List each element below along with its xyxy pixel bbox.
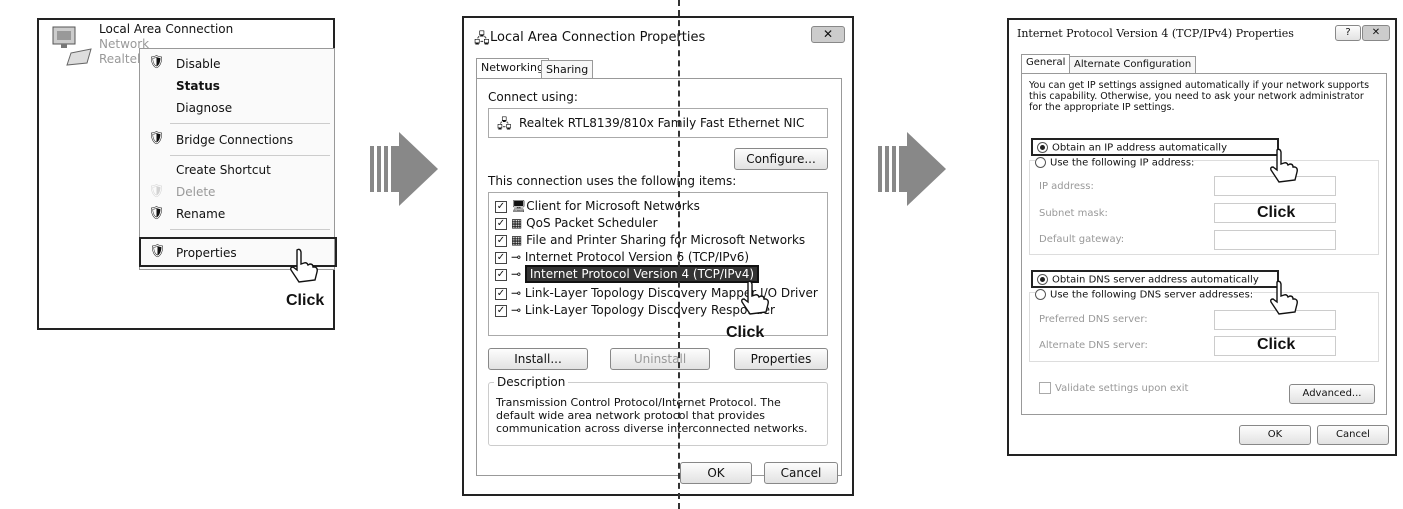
- arrow-right-icon: [370, 132, 438, 206]
- gateway-label: Default gateway:: [1039, 234, 1125, 245]
- arrow-right-icon: [878, 132, 946, 206]
- protocol-icon: ⊸: [511, 267, 522, 281]
- click-label: Click: [726, 324, 765, 341]
- hand-cursor-icon: [1270, 148, 1298, 183]
- hand-cursor-icon: [741, 280, 769, 315]
- menu-item-create-shortcut[interactable]: Create Shortcut: [140, 161, 334, 181]
- obtain-dns-radio[interactable]: Obtain DNS server address automatically: [1031, 270, 1279, 288]
- adapter-field: 🖧 Realtek RTL8139/810x Family Fast Ether…: [488, 108, 828, 138]
- protocol-icon: ⊸: [511, 303, 522, 317]
- menu-item-rename[interactable]: 🛡 Rename: [140, 205, 334, 225]
- list-item[interactable]: ✓ ▦ QoS Packet Scheduler: [495, 216, 658, 230]
- obtain-ip-radio[interactable]: Obtain an IP address automatically: [1031, 138, 1279, 156]
- install-button[interactable]: Install...: [488, 348, 588, 370]
- menu-separator: [170, 229, 330, 230]
- dialog-title: Local Area Connection Properties: [490, 30, 706, 45]
- hand-cursor-icon: [290, 248, 318, 283]
- ipv4-properties-dialog: Internet Protocol Version 4 (TCP/IPv4) P…: [1007, 18, 1397, 456]
- dialog-title: Internet Protocol Version 4 (TCP/IPv4) P…: [1017, 27, 1294, 40]
- protocol-icon: ⊸: [511, 250, 522, 264]
- client-icon: 🖥: [511, 199, 527, 213]
- shield-icon: 🛡: [148, 184, 165, 199]
- hand-cursor-icon: [1270, 280, 1298, 315]
- shield-icon: 🛡: [148, 206, 165, 221]
- network-connection-icon: [52, 26, 92, 66]
- list-item[interactable]: ✓ ⊸ Link-Layer Topology Discovery Respond…: [495, 303, 775, 317]
- configure-button[interactable]: Configure...: [734, 148, 828, 170]
- menu-item-bridge[interactable]: 🛡 Bridge Connections: [140, 129, 334, 151]
- ok-button[interactable]: OK: [680, 462, 752, 484]
- description-text: Transmission Control Protocol/Internet P…: [496, 396, 808, 435]
- context-menu-panel: Local Area Connection Network Realtek 🛡 …: [37, 18, 337, 330]
- shield-icon: 🛡: [148, 131, 165, 146]
- menu-item-disable[interactable]: 🛡 Disable: [140, 53, 334, 75]
- network-title-icon: 🖧: [474, 31, 490, 47]
- list-item[interactable]: ✓ ⊸ Internet Protocol Version 6 (TCP/IPv6…: [495, 250, 749, 264]
- close-button[interactable]: ✕: [1362, 25, 1390, 41]
- radio-selected-icon: [1037, 142, 1048, 153]
- menu-item-delete[interactable]: 🛡 Delete: [140, 183, 334, 203]
- protocol-icon: ⊸: [511, 286, 522, 300]
- click-label: Click: [1257, 204, 1296, 221]
- checkbox-checked-icon[interactable]: ✓: [495, 287, 507, 300]
- alternate-dns-label: Alternate DNS server:: [1039, 340, 1148, 351]
- items-list: ✓ 🖥Client for Microsoft Networks ✓ ▦ QoS P…: [488, 192, 828, 336]
- click-label: Click: [1257, 336, 1296, 353]
- checkbox-checked-icon[interactable]: ✓: [495, 200, 507, 213]
- nic-icon: 🖧: [497, 117, 512, 132]
- intro-text: You can get IP settings assigned automat…: [1029, 80, 1370, 113]
- list-item[interactable]: ✓ ▦ File and Printer Sharing for Microsof…: [495, 233, 805, 247]
- subnet-label: Subnet mask:: [1039, 208, 1108, 219]
- context-menu: 🛡 Disable Status Diagnose 🛡 Bridge Conne…: [139, 48, 337, 270]
- uninstall-button[interactable]: Uninstall: [610, 348, 710, 370]
- ip-address-label: IP address:: [1039, 181, 1094, 192]
- cancel-button[interactable]: Cancel: [764, 462, 838, 484]
- menu-separator: [170, 123, 330, 124]
- service-icon: ▦: [511, 216, 523, 230]
- radio-empty-icon: [1035, 289, 1046, 300]
- tab-alternate-configuration[interactable]: Alternate Configuration: [1069, 56, 1197, 73]
- connection-adapter: Realtek: [99, 52, 144, 66]
- gateway-field[interactable]: [1214, 230, 1336, 250]
- menu-item-diagnose[interactable]: Diagnose: [140, 99, 334, 119]
- checkbox-checked-icon[interactable]: ✓: [495, 217, 507, 230]
- ok-button[interactable]: OK: [1239, 425, 1311, 445]
- service-icon: ▦: [511, 233, 523, 247]
- cancel-button[interactable]: Cancel: [1317, 425, 1389, 445]
- menu-item-status[interactable]: Status: [140, 77, 334, 97]
- list-item-ipv4-selected[interactable]: ✓ ⊸ Internet Protocol Version 4 (TCP/IPv4…: [495, 265, 760, 283]
- checkbox-checked-icon[interactable]: ✓: [495, 268, 507, 281]
- validate-checkbox[interactable]: Validate settings upon exit: [1039, 382, 1188, 394]
- close-button[interactable]: ✕: [811, 26, 845, 43]
- connect-using-label: Connect using:: [488, 90, 578, 104]
- shield-icon: 🛡: [148, 55, 165, 70]
- radio-empty-icon: [1035, 157, 1046, 168]
- checkbox-checked-icon[interactable]: ✓: [495, 234, 507, 247]
- checkbox-checked-icon[interactable]: ✓: [495, 251, 507, 264]
- use-dns-radio[interactable]: Use the following DNS server addresses:: [1035, 289, 1254, 301]
- tab-sharing[interactable]: Sharing: [541, 60, 594, 78]
- dashed-guide-line: [678, 0, 680, 509]
- tab-networking[interactable]: Networking: [476, 58, 549, 78]
- checkbox-empty-icon: [1039, 382, 1051, 394]
- lan-properties-dialog: 🖧 Local Area Connection Properties ✕ Net…: [462, 16, 854, 496]
- advanced-button[interactable]: Advanced...: [1289, 384, 1375, 404]
- shield-icon: 🛡: [149, 244, 166, 259]
- preferred-dns-label: Preferred DNS server:: [1039, 314, 1148, 325]
- tab-general[interactable]: General: [1021, 54, 1071, 73]
- connection-name: Local Area Connection: [99, 22, 234, 36]
- help-button[interactable]: ?: [1335, 25, 1361, 41]
- checkbox-checked-icon[interactable]: ✓: [495, 304, 507, 317]
- use-ip-radio[interactable]: Use the following IP address:: [1035, 157, 1195, 169]
- list-item[interactable]: ✓ 🖥Client for Microsoft Networks: [495, 199, 700, 213]
- description-label: Description: [494, 375, 569, 389]
- properties-button[interactable]: Properties: [734, 348, 828, 370]
- items-label: This connection uses the following items…: [488, 174, 737, 188]
- menu-separator: [170, 155, 330, 156]
- click-label: Click: [286, 292, 325, 309]
- radio-selected-icon: [1037, 274, 1048, 285]
